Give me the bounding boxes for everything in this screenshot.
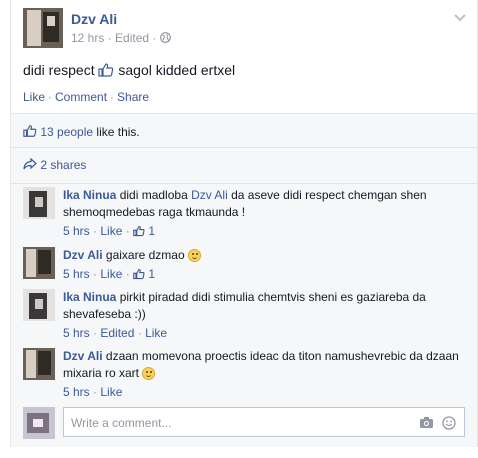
share-button[interactable]: Share: [117, 90, 149, 104]
comment-placeholder: Write a comment...: [71, 416, 172, 430]
comment-like-button[interactable]: Like: [100, 224, 122, 238]
commenter-avatar[interactable]: [23, 289, 55, 321]
action-separator: ·: [48, 90, 53, 104]
commenter-name[interactable]: Ika Ninua: [63, 188, 116, 202]
thumbs-up-icon: [133, 267, 148, 281]
commenter-name[interactable]: Dzv Ali: [63, 248, 103, 262]
smiley-icon: [187, 249, 201, 262]
post-timestamp[interactable]: 12 hrs: [71, 31, 104, 45]
feedback-section: 13 people like this. 2 shares Ika Ninua …: [11, 113, 477, 447]
thumbs-up-icon: [98, 62, 114, 81]
comment-body: didi madloba: [119, 188, 188, 202]
meta-separator: ·: [152, 31, 157, 45]
comment-timestamp[interactable]: 5 hrs: [63, 267, 90, 281]
comment-likes-count[interactable]: 1: [148, 267, 155, 281]
comment-body: da aseve didi respect chemgan shen shemo…: [63, 188, 427, 219]
commenter-avatar[interactable]: [23, 187, 55, 219]
post-edited-label[interactable]: Edited: [115, 31, 149, 45]
comment-meta: 5 hrs · Like · 1: [63, 267, 155, 281]
smiley-icon[interactable]: [442, 416, 456, 433]
action-separator: ·: [110, 90, 115, 104]
comment-body: pirkit piradad didi stimulia chemtvis sh…: [63, 290, 426, 321]
comment-composer: Write a comment...: [23, 407, 465, 439]
comment-body: dzaan momevona proectis ideac da titon n…: [63, 349, 459, 380]
meta-separator: ·: [125, 224, 130, 238]
comment-item: Dzv Ali gaixare dzmao 5 hrs · Like · 1: [23, 247, 463, 283]
commenter-avatar[interactable]: [23, 247, 55, 279]
likes-count-link[interactable]: 13 people: [40, 125, 93, 139]
comment-input[interactable]: Write a comment...: [63, 407, 465, 437]
meta-separator: ·: [107, 31, 112, 45]
meta-separator: ·: [93, 224, 98, 238]
commenter-name[interactable]: Dzv Ali: [63, 349, 103, 363]
comment-body: gaixare dzmao: [105, 248, 185, 262]
comment-like-button[interactable]: Like: [145, 326, 167, 340]
comment-item: Dzv Ali dzaan momevona proectis ideac da…: [23, 348, 463, 400]
mention-link[interactable]: Dzv Ali: [191, 188, 228, 202]
comment-item: Ika Ninua pirkit piradad didi stimulia c…: [23, 289, 463, 341]
comment-button[interactable]: Comment: [55, 90, 107, 104]
meta-separator: ·: [137, 326, 142, 340]
meta-separator: ·: [125, 267, 130, 281]
likes-row: 13 people like this.: [11, 114, 477, 148]
comment-edited-label[interactable]: Edited: [100, 326, 134, 340]
globe-icon[interactable]: [159, 31, 171, 45]
post-meta: 12 hrs · Edited ·: [71, 31, 171, 45]
comment-text: Dzv Ali gaixare dzmao: [63, 247, 463, 264]
comment-meta: 5 hrs · Edited · Like: [63, 326, 167, 340]
comment-like-button[interactable]: Like: [100, 267, 122, 281]
comment-text: Dzv Ali dzaan momevona proectis ideac da…: [63, 348, 463, 382]
camera-icon[interactable]: [419, 416, 434, 432]
commenter-avatar[interactable]: [23, 348, 55, 380]
post-text-part-2: sagol kidded ertxel: [118, 62, 236, 78]
meta-separator: ·: [93, 385, 98, 399]
like-button[interactable]: Like: [23, 90, 45, 104]
comment-meta: 5 hrs · Like: [63, 385, 122, 399]
author-avatar[interactable]: [23, 8, 63, 48]
shares-count-link[interactable]: 2 shares: [40, 158, 86, 172]
comment-timestamp[interactable]: 5 hrs: [63, 326, 90, 340]
meta-separator: ·: [93, 326, 98, 340]
post-text: didi respect sagol kidded ertxel: [23, 62, 235, 81]
smiley-icon: [142, 367, 156, 380]
comment-timestamp[interactable]: 5 hrs: [63, 224, 90, 238]
shares-row: 2 shares: [11, 148, 477, 184]
comment-text: Ika Ninua didi madloba Dzv Ali da aseve …: [63, 187, 463, 221]
post-text-part-1: didi respect: [23, 62, 95, 78]
meta-separator: ·: [93, 267, 98, 281]
share-arrow-icon: [23, 157, 40, 172]
post-author-name[interactable]: Dzv Ali: [71, 11, 117, 27]
comment-meta: 5 hrs · Like · 1: [63, 224, 155, 238]
comment-timestamp[interactable]: 5 hrs: [63, 385, 90, 399]
comment-text: Ika Ninua pirkit piradad didi stimulia c…: [63, 289, 463, 323]
comment-item: Ika Ninua didi madloba Dzv Ali da aseve …: [23, 187, 463, 239]
comment-likes-count[interactable]: 1: [148, 224, 155, 238]
commenter-name[interactable]: Ika Ninua: [63, 290, 116, 304]
likes-suffix: like this.: [96, 125, 140, 139]
viewer-avatar: [23, 407, 55, 439]
post-actions: Like · Comment · Share: [23, 90, 149, 104]
chevron-down-icon[interactable]: [453, 10, 467, 24]
thumbs-up-icon: [133, 224, 148, 238]
comment-like-button[interactable]: Like: [100, 385, 122, 399]
post-card: Dzv Ali 12 hrs · Edited · didi respect s…: [10, 0, 478, 447]
thumbs-up-icon: [23, 125, 40, 139]
